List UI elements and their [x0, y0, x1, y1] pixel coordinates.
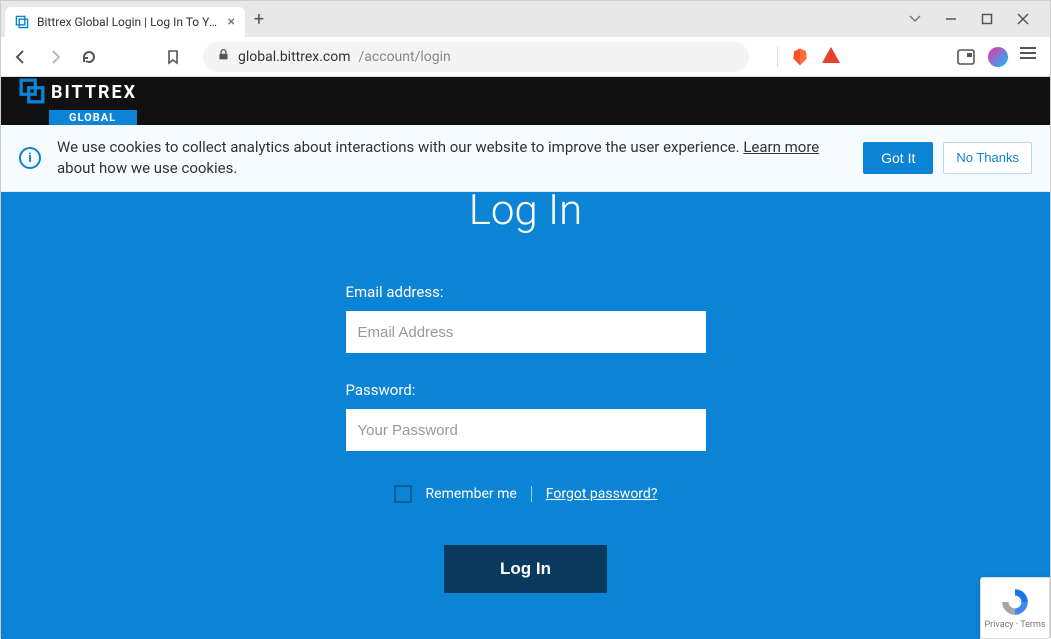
password-input[interactable]: [346, 409, 706, 451]
tab-title: Bittrex Global Login | Log In To Your Ac…: [37, 15, 220, 29]
window-maximize-icon[interactable]: [980, 12, 994, 26]
nav-forward-button[interactable]: [45, 49, 65, 65]
logo-badge: GLOBAL: [49, 110, 137, 125]
browser-tab[interactable]: Bittrex Global Login | Log In To Your Ac…: [5, 7, 245, 37]
info-icon: i: [19, 147, 41, 169]
remember-label: Remember me: [426, 486, 517, 502]
reader-mode-icon[interactable]: [956, 47, 976, 67]
brave-shields-icon[interactable]: [790, 47, 810, 67]
recaptcha-footer: Privacy · Terms: [984, 620, 1045, 630]
toolbar-separator: [777, 47, 778, 67]
url-host: global.bittrex.com: [238, 49, 351, 65]
logo-text: BITTREX: [51, 82, 137, 103]
new-tab-button[interactable]: +: [245, 9, 273, 30]
site-header: BITTREX GLOBAL: [1, 77, 1050, 125]
forgot-password-link[interactable]: Forgot password?: [546, 486, 658, 502]
menu-icon[interactable]: [1020, 47, 1040, 67]
bookmark-icon[interactable]: [163, 49, 183, 65]
email-label: Email address:: [346, 283, 706, 301]
email-input[interactable]: [346, 311, 706, 353]
nav-back-button[interactable]: [11, 49, 31, 65]
cookie-decline-button[interactable]: No Thanks: [943, 142, 1032, 174]
url-path: /account/login: [359, 49, 451, 65]
password-label: Password:: [346, 381, 706, 399]
remember-checkbox[interactable]: [394, 485, 412, 503]
login-button[interactable]: Log In: [444, 545, 607, 593]
page-title: Log In: [469, 192, 583, 235]
login-panel: Log In Email address: Password: Remember…: [1, 192, 1050, 639]
site-logo[interactable]: BITTREX GLOBAL: [19, 78, 137, 125]
lock-icon: [217, 48, 230, 65]
window-dropdown-icon[interactable]: [908, 12, 922, 26]
recaptcha-icon: [999, 586, 1031, 618]
cookie-banner: i We use cookies to collect analytics ab…: [1, 125, 1050, 192]
window-minimize-icon[interactable]: [944, 12, 958, 26]
cookie-accept-button[interactable]: Got It: [863, 142, 933, 174]
profile-icon[interactable]: [988, 47, 1008, 67]
brave-rewards-icon[interactable]: [822, 47, 842, 67]
separator: [531, 486, 532, 502]
address-bar[interactable]: global.bittrex.com/account/login: [203, 42, 749, 72]
browser-chrome: Bittrex Global Login | Log In To Your Ac…: [1, 1, 1050, 77]
window-close-icon[interactable]: [1016, 12, 1030, 26]
cookie-learn-more-link[interactable]: Learn more: [743, 138, 819, 156]
tab-close-icon[interactable]: ×: [228, 14, 235, 30]
nav-reload-button[interactable]: [79, 49, 99, 65]
recaptcha-badge[interactable]: Privacy · Terms: [980, 577, 1050, 639]
logo-mark-icon: [19, 78, 45, 108]
cookie-text: We use cookies to collect analytics abou…: [57, 137, 847, 179]
tab-favicon-icon: [15, 15, 29, 29]
